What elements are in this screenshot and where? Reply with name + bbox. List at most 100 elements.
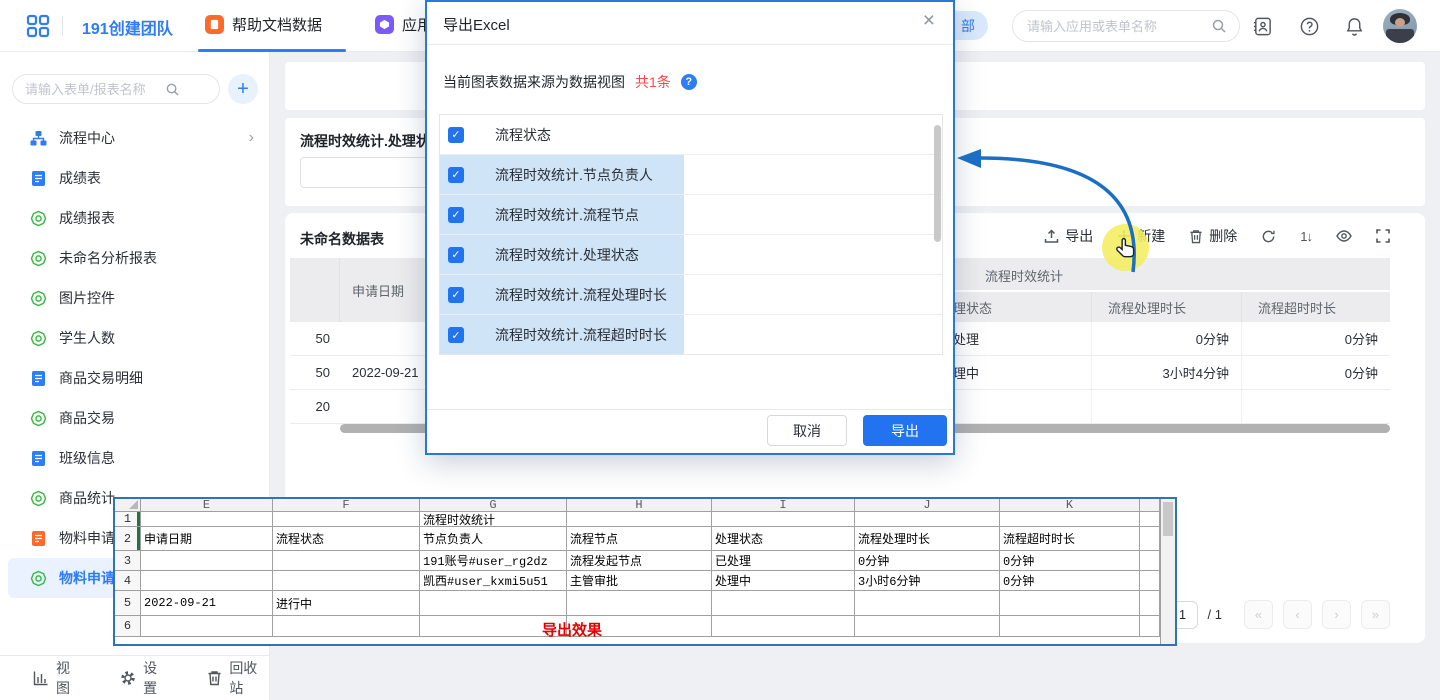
excel-cell[interactable]: 申请日期 [141,527,273,551]
sidebar-item-form[interactable]: 商品交易明细 [0,358,270,398]
excel-cell[interactable]: 处理中 [712,571,855,591]
excel-cell[interactable]: 流程发起节点 [567,551,712,571]
excel-col-letter[interactable] [1140,499,1160,512]
global-search-input[interactable] [1027,19,1211,34]
excel-cell[interactable]: 已处理 [712,551,855,571]
close-icon[interactable]: × [923,10,935,31]
excel-cell[interactable] [1000,616,1140,637]
field-row[interactable]: 流程状态 [440,115,942,155]
checkbox-checked[interactable] [448,207,464,223]
export-confirm-button[interactable]: 导出 [863,415,947,446]
col-header-overtime[interactable]: 流程超时时长 [1241,292,1390,322]
excel-col-letter[interactable]: F [273,499,420,512]
sidebar-item-report[interactable]: 成绩报表 [0,198,270,238]
excel-cell[interactable]: 进行中 [273,591,420,616]
sidebar-item-form[interactable]: 成绩表 [0,158,270,198]
excel-cell[interactable]: 3小时6分钟 [855,571,1000,591]
excel-cell[interactable]: 191账号#user_rg2dz [420,551,567,571]
excel-row-number[interactable]: 5 [115,591,141,616]
excel-cell[interactable] [1140,512,1160,527]
delete-button[interactable]: 删除 [1189,226,1237,246]
excel-cell[interactable]: 流程状态 [273,527,420,551]
excel-cell[interactable]: 0分钟 [1000,551,1140,571]
excel-cell[interactable] [712,512,855,527]
sidebar-item-report[interactable]: 图片控件 [0,278,270,318]
settings-button[interactable]: 设置 [120,658,169,698]
field-row[interactable]: 流程时效统计.流程处理时长 [440,275,942,315]
sort-button[interactable]: 1↓ [1300,229,1312,244]
checkbox-checked[interactable] [448,247,464,263]
excel-cell[interactable] [567,512,712,527]
excel-cell[interactable] [273,512,420,527]
next-page-button[interactable]: › [1322,600,1351,629]
excel-cell[interactable]: 节点负责人 [420,527,567,551]
form-search[interactable] [12,74,220,104]
excel-col-letter[interactable]: E [141,499,273,512]
excel-cell[interactable] [141,616,273,637]
sidebar-item-report[interactable]: 商品交易 [0,398,270,438]
checkbox-checked[interactable] [448,127,464,143]
team-name[interactable]: 191创建团队 [82,15,173,39]
excel-row-number[interactable]: 2 [115,527,141,551]
excel-cell[interactable]: 流程时效统计 [420,512,567,527]
global-search[interactable] [1012,10,1240,42]
add-form-button[interactable]: + [228,74,258,104]
excel-row-number[interactable]: 3 [115,551,141,571]
excel-cell[interactable] [1140,551,1160,571]
excel-cell[interactable] [1140,591,1160,616]
excel-cell[interactable] [141,551,273,571]
excel-cell[interactable]: 流程处理时长 [855,527,1000,551]
chevron-right-icon[interactable]: › [249,129,254,147]
excel-cell[interactable] [855,512,1000,527]
excel-col-letter[interactable]: H [567,499,712,512]
first-page-button[interactable]: « [1244,600,1273,629]
sidebar-item-process-center[interactable]: 流程中心 › [0,118,270,158]
excel-cell[interactable] [712,591,855,616]
excel-cell[interactable] [273,551,420,571]
excel-row-number[interactable]: 1 [115,512,141,527]
modal-list-scrollbar[interactable] [934,125,941,242]
sidebar-item-report[interactable]: 未命名分析报表 [0,238,270,278]
excel-cell[interactable]: 0分钟 [1000,571,1140,591]
excel-cell[interactable]: 凯西#user_kxmi5u51 [420,571,567,591]
tab-app[interactable]: 应用 [375,14,432,35]
notification-bell-icon[interactable] [1344,16,1365,37]
visibility-button[interactable] [1336,230,1352,242]
excel-row-number[interactable]: 6 [115,616,141,637]
excel-row-number[interactable]: 4 [115,571,141,591]
export-button[interactable]: 导出 [1044,226,1093,246]
excel-cell[interactable] [1000,591,1140,616]
excel-col-letter[interactable]: G [420,499,567,512]
views-button[interactable]: 视图 [33,658,82,698]
checkbox-checked[interactable] [448,327,464,343]
tab-help-doc-data[interactable]: 帮助文档数据 [205,14,322,35]
excel-cell[interactable] [567,591,712,616]
excel-cell[interactable] [855,616,1000,637]
last-page-button[interactable]: » [1361,600,1390,629]
excel-col-letter[interactable]: I [712,499,855,512]
user-avatar[interactable] [1383,9,1417,43]
field-row[interactable]: 流程时效统计.节点负责人 [440,155,942,195]
table-fullscreen-button[interactable] [1376,229,1390,243]
excel-cell[interactable] [1140,527,1160,551]
contacts-icon[interactable] [1252,16,1273,37]
field-row[interactable]: 流程时效统计.流程超时时长 [440,315,942,355]
field-row[interactable]: 流程时效统计.处理状态 [440,235,942,275]
excel-cell[interactable] [1000,512,1140,527]
checkbox-checked[interactable] [448,167,464,183]
excel-cell[interactable]: 流程超时时长 [1000,527,1140,551]
help-icon[interactable] [1299,16,1320,37]
excel-cell[interactable] [1140,616,1160,637]
excel-cell[interactable] [1140,571,1160,591]
sidebar-item-form[interactable]: 班级信息 [0,438,270,478]
excel-cell[interactable]: 主管审批 [567,571,712,591]
sidebar-item-report[interactable]: 学生人数 [0,318,270,358]
excel-vertical-scrollbar[interactable] [1160,499,1175,644]
excel-cell[interactable] [273,616,420,637]
excel-col-letter[interactable]: K [1000,499,1140,512]
prev-page-button[interactable]: ‹ [1283,600,1312,629]
excel-cell[interactable]: 处理状态 [712,527,855,551]
field-row[interactable]: 流程时效统计.流程节点 [440,195,942,235]
excel-cell[interactable] [712,616,855,637]
recycle-bin-button[interactable]: 回收站 [207,658,269,698]
